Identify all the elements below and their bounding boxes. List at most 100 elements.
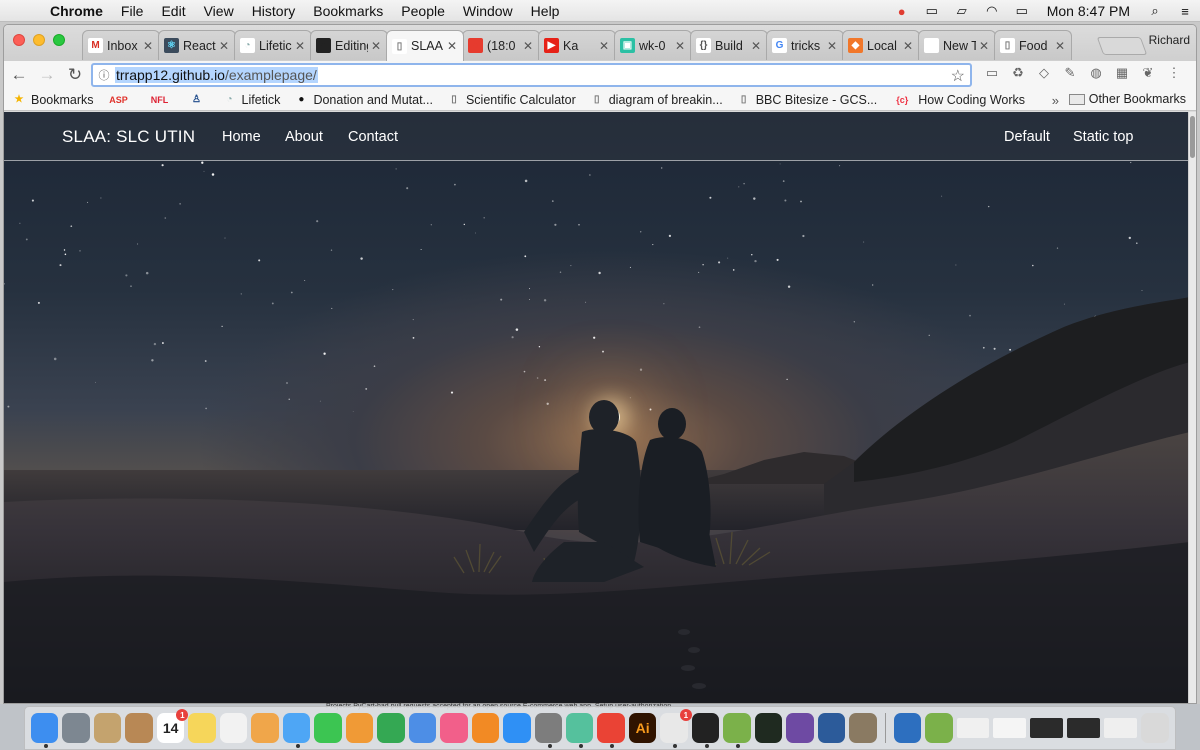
tab-close-icon[interactable]: ✕ bbox=[370, 39, 382, 53]
scrollbar-thumb[interactable] bbox=[1190, 116, 1195, 158]
keynote-icon[interactable] bbox=[408, 713, 437, 743]
bookmark-bbc-bitesize-gcs[interactable]: ▯ BBC Bitesize - GCS... bbox=[737, 93, 877, 107]
nav-home[interactable]: Home bbox=[222, 129, 261, 145]
bookmark-scientific-calculator[interactable]: ▯ Scientific Calculator bbox=[447, 93, 576, 107]
tab--18-0[interactable]: ● (18:0 ✕ bbox=[462, 30, 540, 60]
tab-editing[interactable]: ● Editing✕ bbox=[310, 30, 388, 60]
window-minimize-button[interactable] bbox=[33, 34, 45, 46]
pages-icon[interactable] bbox=[345, 713, 374, 743]
tab-local[interactable]: ◆ Local ✕ bbox=[842, 30, 920, 60]
bookmark-asp[interactable]: ASP bbox=[108, 93, 135, 107]
menu-bookmarks[interactable]: Bookmarks bbox=[304, 3, 392, 19]
tab-lifetick[interactable]: ◔ Lifetick✕ bbox=[234, 30, 312, 60]
activity-monitor-icon[interactable] bbox=[754, 713, 783, 743]
window-thumb-1[interactable] bbox=[956, 718, 990, 738]
window-thumb-3[interactable] bbox=[1030, 718, 1064, 738]
reload-button[interactable]: ↻ bbox=[62, 65, 88, 85]
menu-history[interactable]: History bbox=[243, 3, 305, 19]
tab-food[interactable]: ▯ Food ✕ bbox=[994, 30, 1072, 60]
nav-default[interactable]: Default bbox=[1004, 129, 1050, 145]
system-preferences-icon[interactable] bbox=[534, 713, 562, 748]
tab-new-tab[interactable]: New Tab✕ bbox=[918, 30, 996, 60]
tab-close-icon[interactable]: ✕ bbox=[598, 39, 610, 53]
menu-help[interactable]: Help bbox=[522, 3, 569, 19]
menu-people[interactable]: People bbox=[392, 3, 454, 19]
wifi-icon[interactable]: ◠ bbox=[977, 3, 1007, 19]
new-tab-button[interactable] bbox=[1096, 37, 1148, 55]
itunes-icon[interactable] bbox=[440, 713, 468, 743]
preview-icon[interactable] bbox=[93, 713, 122, 743]
reminders-icon[interactable] bbox=[219, 713, 248, 743]
window-thumb-2[interactable] bbox=[993, 718, 1027, 738]
tab-wk-0[interactable]: ▣ wk-0 ✕ bbox=[614, 30, 692, 60]
eraser-icon[interactable]: ◇ bbox=[1031, 65, 1057, 85]
tab-close-icon[interactable]: ✕ bbox=[142, 39, 154, 53]
quicktime-icon[interactable] bbox=[817, 713, 846, 743]
site-brand[interactable]: SLAA: SLC UTIN bbox=[62, 127, 195, 147]
url-text[interactable]: trrapp12.github.io/examplepage/ bbox=[115, 67, 318, 83]
address-bar[interactable]: ⓘ trrapp12.github.io/examplepage/ ☆ bbox=[91, 63, 972, 87]
eyedropper-icon[interactable]: ✎ bbox=[1057, 65, 1083, 85]
facetime-icon[interactable] bbox=[314, 713, 342, 743]
atom-icon[interactable] bbox=[565, 713, 594, 748]
bookmark-lifetick[interactable]: ◔ Lifetick bbox=[223, 93, 281, 107]
ibooks-icon[interactable] bbox=[471, 713, 500, 743]
app-store-icon[interactable] bbox=[503, 713, 531, 743]
slack-icon[interactable]: 1 bbox=[660, 709, 692, 748]
window-maximize-button[interactable] bbox=[53, 34, 65, 46]
forward-button[interactable]: → bbox=[34, 65, 60, 85]
recycle-icon[interactable]: ♻ bbox=[1005, 65, 1031, 85]
bookmark-donation-and-mutat[interactable]: ● Donation and Mutat... bbox=[294, 93, 433, 107]
grid-icon[interactable]: ▦ bbox=[1109, 65, 1135, 85]
search-icon[interactable]: ⌕ bbox=[1140, 3, 1170, 19]
launchpad-icon[interactable] bbox=[62, 713, 90, 743]
site-info-icon[interactable]: ⓘ bbox=[93, 67, 115, 83]
back-button[interactable]: ← bbox=[6, 65, 32, 85]
messages-icon[interactable] bbox=[282, 713, 311, 748]
finder-icon[interactable] bbox=[31, 713, 59, 748]
numbers-icon[interactable] bbox=[377, 713, 405, 743]
window-thumb-4[interactable] bbox=[1067, 718, 1101, 738]
bookmark-nfl[interactable]: NFL bbox=[149, 93, 176, 107]
nav-contact[interactable]: Contact bbox=[348, 129, 398, 145]
tab-close-icon[interactable]: ✕ bbox=[446, 39, 458, 53]
tab-inbox[interactable]: M Inbox ✕ bbox=[82, 30, 160, 60]
menu-view[interactable]: View bbox=[195, 3, 243, 19]
bookmark-person[interactable]: ♙ bbox=[190, 93, 209, 107]
other-bookmarks[interactable]: Other Bookmarks bbox=[1068, 92, 1186, 106]
tab-close-icon[interactable]: ✕ bbox=[826, 39, 838, 53]
android-file-icon[interactable] bbox=[925, 713, 953, 743]
nav-static-top[interactable]: Static top bbox=[1073, 129, 1133, 145]
nav-about[interactable]: About bbox=[285, 129, 323, 145]
trash-icon[interactable] bbox=[1141, 713, 1169, 743]
contacts-icon[interactable] bbox=[125, 713, 153, 743]
menu-window[interactable]: Window bbox=[454, 3, 522, 19]
calendar-icon[interactable]: 14 1 bbox=[156, 709, 189, 743]
tab-close-icon[interactable]: ✕ bbox=[294, 39, 306, 53]
list-icon[interactable]: ≡ bbox=[1170, 4, 1200, 19]
battery-icon[interactable]: ▭ bbox=[1007, 3, 1037, 19]
bookmark-how-coding-works[interactable]: {c} How Coding Works bbox=[891, 93, 1025, 107]
tab-build[interactable]: {} Build ✕ bbox=[690, 30, 768, 60]
bookmarks-overflow-chevron[interactable]: » bbox=[1052, 93, 1059, 108]
bookmark-star-icon[interactable]: ☆ bbox=[951, 66, 965, 86]
adobe-cc-icon[interactable]: ● bbox=[887, 4, 917, 19]
illustrator-icon[interactable]: Ai bbox=[628, 713, 657, 743]
tab-close-icon[interactable]: ✕ bbox=[1054, 39, 1066, 53]
globe-icon[interactable]: ◍ bbox=[1083, 65, 1109, 85]
bookmark-bookmarks[interactable]: ★ Bookmarks bbox=[12, 93, 94, 107]
tab-close-icon[interactable]: ✕ bbox=[674, 39, 686, 53]
tab-close-icon[interactable]: ✕ bbox=[218, 39, 230, 53]
tab-close-icon[interactable]: ✕ bbox=[522, 39, 534, 53]
bookmark-diagram-of-breakin[interactable]: ▯ diagram of breakin... bbox=[590, 93, 723, 107]
terminal-icon[interactable] bbox=[691, 713, 720, 748]
tab-tricks[interactable]: Gtricks ✕ bbox=[766, 30, 844, 60]
photos-icon[interactable] bbox=[251, 713, 279, 743]
tab-react[interactable]: ⚛ React ✕ bbox=[158, 30, 236, 60]
page-scrollbar[interactable] bbox=[1188, 112, 1196, 703]
tab-slaa[interactable]: ▯ SLAA ✕ bbox=[386, 30, 464, 61]
tab-close-icon[interactable]: ✕ bbox=[902, 39, 914, 53]
profile-button[interactable]: Richard bbox=[1149, 33, 1190, 47]
cast-icon[interactable]: ▭ bbox=[979, 65, 1005, 85]
window-close-button[interactable] bbox=[13, 34, 25, 46]
